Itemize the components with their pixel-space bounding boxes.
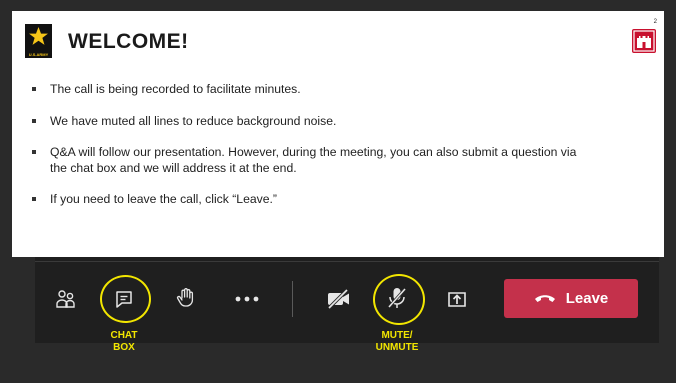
share-screen-button[interactable] (443, 285, 471, 313)
army-logo-text: U.S.ARMY (28, 52, 49, 57)
annotation-line: CHAT (110, 330, 138, 341)
camera-off-icon (327, 288, 349, 310)
leave-button[interactable]: Leave (504, 279, 638, 318)
presentation-slide: U.S.ARMY WELCOME! 2 The call is being re… (12, 11, 664, 257)
annotation-line: MUTE/ (381, 330, 413, 341)
people-icon (56, 290, 75, 308)
toolbar-divider (292, 281, 293, 317)
more-icon (235, 296, 259, 302)
chat-icon (116, 291, 132, 308)
hang-up-icon (534, 294, 555, 302)
bullet-item: We have muted all lines to reduce backgr… (32, 113, 642, 129)
participants-button[interactable] (52, 285, 80, 313)
divider-line (35, 261, 659, 262)
page-number: 2 (653, 19, 657, 25)
bullet-item: Q&A will follow our presentation. Howeve… (32, 144, 595, 176)
hand-icon (176, 288, 194, 307)
castle-icon (633, 30, 655, 52)
bullet-item: If you need to leave the call, click “Le… (32, 191, 642, 207)
star-icon (29, 27, 48, 45)
mic-toggle-button[interactable] (383, 284, 411, 312)
more-options-button[interactable] (232, 285, 262, 313)
bullet-list: The call is being recorded to facilitate… (32, 81, 642, 207)
leave-label: Leave (565, 290, 609, 307)
bullet-item: The call is being recorded to facilitate… (32, 81, 642, 97)
usace-castle-logo (632, 29, 656, 53)
share-icon (448, 292, 466, 307)
annotation-line: UNMUTE (375, 342, 419, 353)
mic-off-icon (387, 288, 407, 308)
raise-hand-button[interactable] (172, 284, 200, 312)
chat-button[interactable] (110, 285, 138, 313)
slide-title: WELCOME! (68, 30, 189, 53)
mute-unmute-annotation: MUTE/ UNMUTE (362, 330, 432, 354)
camera-toggle-button[interactable] (324, 285, 354, 313)
chat-box-annotation: CHAT BOX (102, 330, 146, 354)
us-army-logo: U.S.ARMY (25, 24, 52, 58)
annotation-line: BOX (113, 342, 135, 353)
